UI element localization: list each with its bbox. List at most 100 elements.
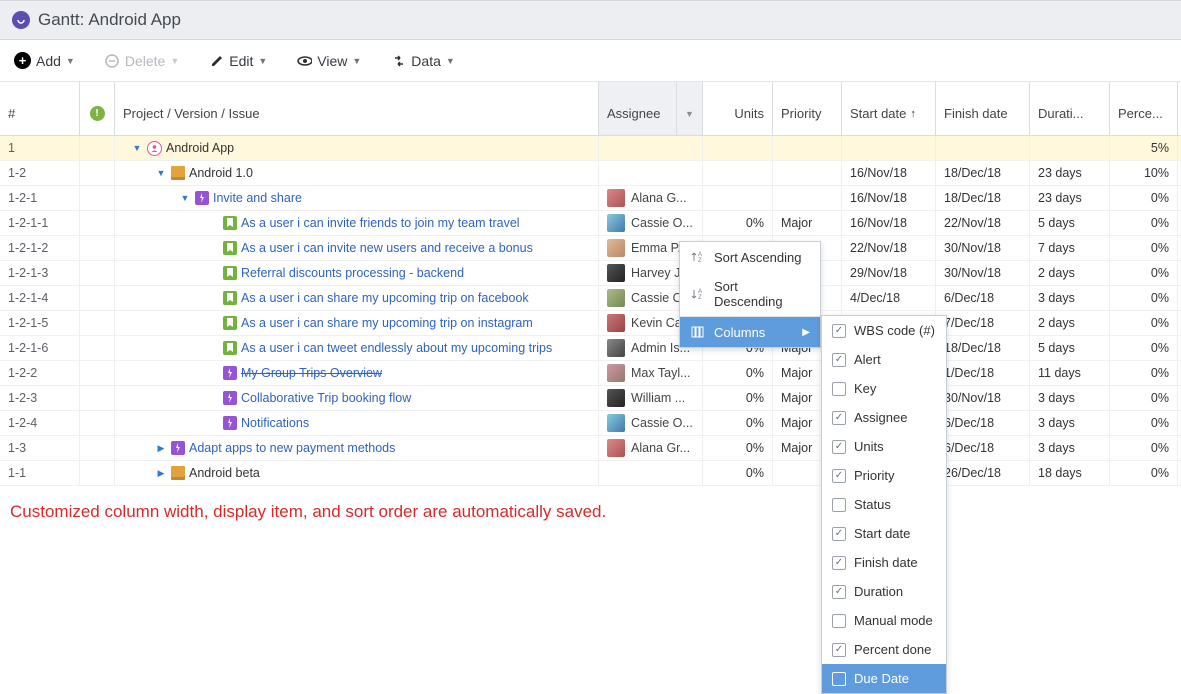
disclosure-down-icon[interactable]: ▼ [179,193,191,203]
issue-title: Android App [166,141,234,155]
column-toggle[interactable]: Alert [822,345,946,374]
data-label: Data [411,53,441,69]
menu-sort-desc[interactable]: AZ Sort Descending [680,272,820,316]
sort-asc-icon: ↑ [910,108,916,120]
cell-start: 16/Nov/18 [842,186,936,210]
view-button[interactable]: View ▼ [297,53,361,69]
delete-button[interactable]: Delete ▼ [105,53,179,69]
menu-columns[interactable]: Columns ▶ [680,317,820,347]
column-toggle[interactable]: Duration [822,577,946,606]
column-toggle[interactable]: WBS code (#) [822,316,946,345]
cell-duration: 3 days [1030,411,1110,435]
header-assignee[interactable]: Assignee [599,82,677,135]
add-button[interactable]: + Add ▼ [14,52,75,69]
menu-sort-asc[interactable]: AZ Sort Ascending [680,242,820,272]
cell-units [703,161,773,185]
issue-title[interactable]: Invite and share [213,191,302,205]
cell-assignee: Max Tayl... [599,361,703,385]
header-alert[interactable]: ! [80,82,115,135]
table-row[interactable]: 1-1▶Android beta0%3/Dec/1826/Dec/1818 da… [0,461,1181,486]
column-toggle[interactable]: Start date [822,519,946,548]
table-row[interactable]: 1-3▶Adapt apps to new payment methodsAla… [0,436,1181,461]
issue-title[interactable]: As a user i can share my upcoming trip o… [241,291,529,305]
cell-alert [80,386,115,410]
table-row[interactable]: 1-2▼Android 1.016/Nov/1818/Dec/1823 days… [0,161,1181,186]
checkbox-icon [832,440,846,454]
column-toggle[interactable]: Status [822,490,946,519]
header-num[interactable]: # [0,82,80,135]
version-icon [171,466,185,480]
issue-title[interactable]: As a user i can tweet endlessly about my… [241,341,552,355]
issue-title[interactable]: Notifications [241,416,309,430]
issue-title[interactable]: As a user i can invite new users and rec… [241,241,533,255]
table-row[interactable]: 1-2-1-5 As a user i can share my upcoming… [0,311,1181,336]
header-duration[interactable]: Durati... [1030,82,1110,135]
column-toggle[interactable]: Priority [822,461,946,490]
column-toggle[interactable]: Manual mode [822,606,946,635]
disclosure-down-icon[interactable]: ▼ [155,168,167,178]
alert-icon: ! [90,106,105,121]
cell-finish: 1/Dec/18 [936,361,1030,385]
epic-icon [223,391,237,405]
avatar [607,214,625,232]
story-icon [223,216,237,230]
checkbox-icon [832,498,846,512]
disclosure-right-icon[interactable]: ▶ [155,443,167,454]
version-icon [171,166,185,180]
issue-title[interactable]: Adapt apps to new payment methods [189,441,395,455]
table-row[interactable]: 1-2-1-2As a user i can invite new users … [0,236,1181,261]
cell-num: 1-2-1-5 [0,311,80,335]
caret-down-icon: ▼ [170,56,179,66]
table-row[interactable]: 1-2-3Collaborative Trip booking flowWill… [0,386,1181,411]
header-assignee-menu[interactable]: ▼ [677,82,703,135]
issue-title[interactable]: Referral discounts processing - backend [241,266,464,280]
header-finish[interactable]: Finish date [936,82,1030,135]
table-row[interactable]: 1-2-4NotificationsCassie O...0%Major4/De… [0,411,1181,436]
issue-title[interactable]: My Group Trips Overview [241,366,382,380]
cell-percent: 0% [1110,336,1178,360]
header-start[interactable]: Start date↑ [842,82,936,135]
column-toggle[interactable]: Percent done [822,635,946,664]
table-row[interactable]: 1▼Android App5% [0,136,1181,161]
avatar [607,264,625,282]
column-menu: AZ Sort Ascending AZ Sort Descending Col… [679,241,821,348]
cell-finish: 18/Dec/18 [936,161,1030,185]
data-button[interactable]: Data ▼ [391,53,455,69]
header-units[interactable]: Units [703,82,773,135]
table-row[interactable]: 1-2-1-6As a user i can tweet endlessly a… [0,336,1181,361]
issue-title[interactable]: As a user i can invite friends to join m… [241,216,520,230]
issue-title[interactable]: As a user i can share my upcoming trip o… [241,316,533,330]
avatar [607,239,625,257]
cell-issue: As a user i can tweet endlessly about my… [115,336,599,360]
column-toggle[interactable]: Key [822,374,946,403]
cell-percent: 0% [1110,186,1178,210]
header-priority[interactable]: Priority [773,82,842,135]
column-toggle[interactable]: Due Date [822,664,946,693]
column-toggle[interactable]: Assignee [822,403,946,432]
cell-start: 29/Nov/18 [842,261,936,285]
header-issue[interactable]: Project / Version / Issue [115,82,599,135]
cell-issue: ▶Android beta [115,461,599,485]
column-toggle[interactable]: Finish date [822,548,946,577]
table-row[interactable]: 1-2-1-3Referral discounts processing - b… [0,261,1181,286]
cell-issue: ▼ Invite and share [115,186,599,210]
pencil-icon [209,53,224,68]
table-row[interactable]: 1-2-2My Group Trips OverviewMax Tayl...0… [0,361,1181,386]
issue-title[interactable]: Collaborative Trip booking flow [241,391,411,405]
checkbox-icon [832,585,846,599]
epic-icon [223,416,237,430]
table-row[interactable]: 1-2-1-1As a user i can invite friends to… [0,211,1181,236]
disclosure-down-icon[interactable]: ▼ [131,143,143,153]
disclosure-right-icon[interactable]: ▶ [155,468,167,479]
column-toggle-label: Alert [854,352,881,367]
column-toggle[interactable]: Units [822,432,946,461]
table-row[interactable]: 1-2-1-4As a user i can share my upcoming… [0,286,1181,311]
column-toggle-label: Status [854,497,891,512]
checkbox-icon [832,469,846,483]
edit-button[interactable]: Edit ▼ [209,53,267,69]
app-icon [12,11,30,29]
column-toggle-label: Units [854,439,884,454]
table-row[interactable]: 1-2-1▼Invite and shareAlana G...16/Nov/1… [0,186,1181,211]
avatar [607,439,625,457]
header-percent[interactable]: Perce... [1110,82,1178,135]
